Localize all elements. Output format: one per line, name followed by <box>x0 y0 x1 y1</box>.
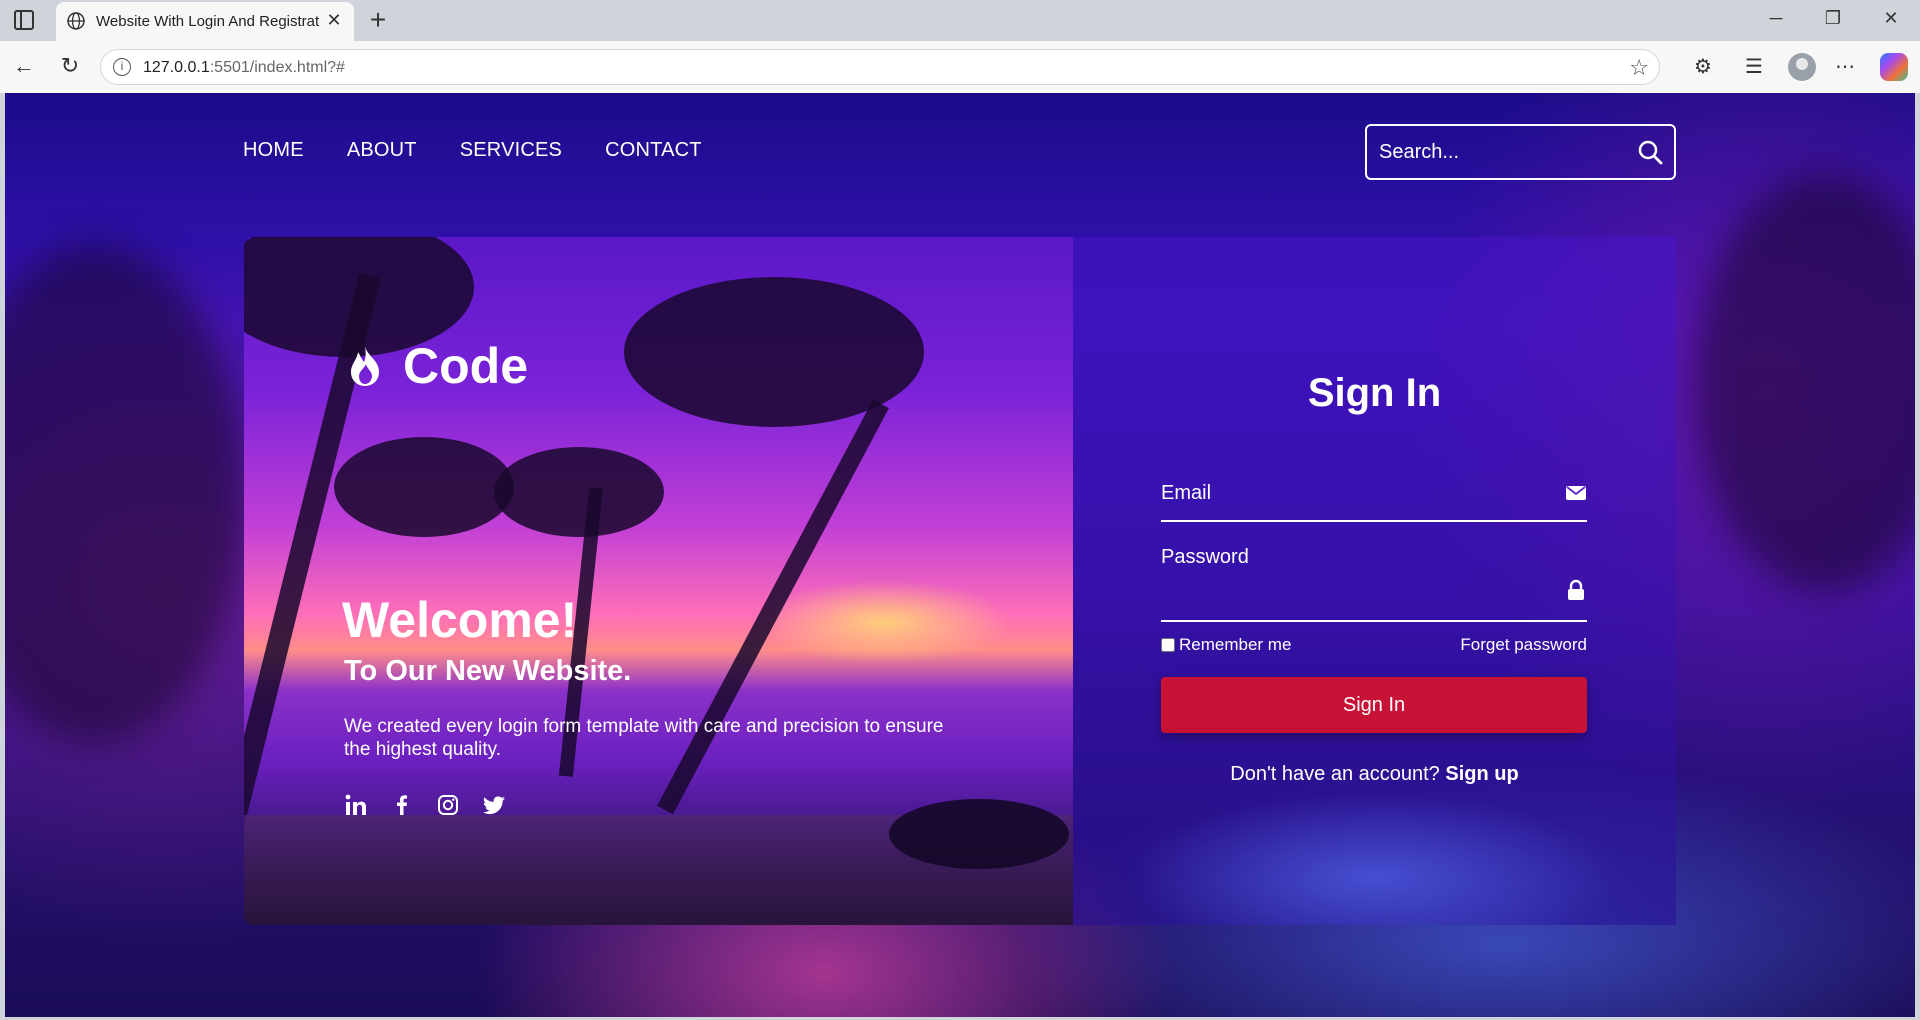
tab-close-icon[interactable]: ✕ <box>324 10 344 31</box>
nav-home[interactable]: HOME <box>243 139 304 162</box>
palm-fronds <box>334 437 514 537</box>
browser-tab[interactable]: Website With Login And Registrat ✕ <box>56 2 354 41</box>
forget-password-link[interactable]: Forget password <box>1460 635 1587 655</box>
welcome-description: We created every login form template wit… <box>344 716 944 760</box>
lock-icon <box>1568 579 1584 600</box>
flame-icon <box>351 346 379 386</box>
search-input[interactable] <box>1379 138 1619 166</box>
social-links <box>344 793 506 817</box>
url-text: 127.0.0.1:5501/index.html?# <box>143 59 345 76</box>
welcome-subtitle: To Our New Website. <box>344 655 632 687</box>
rock <box>889 799 1069 869</box>
login-card: Code Welcome! To Our New Website. We cre… <box>244 237 1676 925</box>
twitter-icon[interactable] <box>482 793 506 817</box>
remember-checkbox[interactable] <box>1161 638 1175 652</box>
linkedin-icon[interactable] <box>344 793 368 817</box>
palm-fronds <box>624 277 924 427</box>
browser-tab-bar: Website With Login And Registrat ✕ + ─ ❐… <box>0 0 1920 41</box>
minimize-icon[interactable]: ─ <box>1764 8 1788 29</box>
signup-prompt: Don't have an account? Sign up <box>1073 763 1676 786</box>
search-box <box>1365 124 1676 180</box>
envelope-icon <box>1566 486 1586 500</box>
address-bar-row: ← ↻ i 127.0.0.1:5501/index.html?# ☆ ⚙ ☰ … <box>0 41 1920 93</box>
signin-button[interactable]: Sign In <box>1161 677 1587 733</box>
page-viewport: HOME ABOUT SERVICES CONTACT Code Welcome… <box>5 93 1915 1017</box>
signup-link[interactable]: Sign up <box>1445 763 1518 785</box>
remember-me[interactable]: Remember me <box>1161 635 1291 655</box>
url-field[interactable]: i 127.0.0.1:5501/index.html?# ☆ <box>100 49 1660 85</box>
globe-icon <box>67 12 85 30</box>
instagram-icon[interactable] <box>436 793 460 817</box>
nav-about[interactable]: ABOUT <box>347 139 417 162</box>
search-icon[interactable] <box>1636 138 1664 166</box>
restore-icon[interactable]: ❐ <box>1821 8 1845 29</box>
main-nav: HOME ABOUT SERVICES CONTACT <box>243 139 702 162</box>
tab-title: Website With Login And Registrat <box>96 13 320 30</box>
reload-icon[interactable]: ↻ <box>56 53 84 79</box>
signin-title: Sign In <box>1307 371 1442 415</box>
hero-panel: Code Welcome! To Our New Website. We cre… <box>244 237 1073 925</box>
more-menu-icon[interactable]: ⋯ <box>1832 54 1858 79</box>
background-blur-shape <box>1695 173 1915 593</box>
profile-avatar[interactable] <box>1788 53 1816 81</box>
nav-contact[interactable]: CONTACT <box>605 139 702 162</box>
sidebar-toggle-icon[interactable] <box>14 10 34 30</box>
remember-label: Remember me <box>1179 635 1292 654</box>
new-tab-icon[interactable]: + <box>364 4 392 36</box>
site-info-icon[interactable]: i <box>113 58 131 76</box>
facebook-icon[interactable] <box>390 793 414 817</box>
window-close-icon[interactable]: ✕ <box>1879 8 1903 29</box>
logo[interactable]: Code <box>345 337 528 395</box>
no-account-text: Don't have an account? <box>1230 763 1440 785</box>
password-field[interactable]: Password <box>1161 537 1587 622</box>
signin-panel: Sign In Email Password Remember me Forge… <box>1073 237 1676 925</box>
nav-services[interactable]: SERVICES <box>460 139 562 162</box>
background-blur-shape <box>5 243 245 743</box>
favorites-icon[interactable]: ☰ <box>1741 54 1767 79</box>
palm-fronds <box>494 447 664 537</box>
email-field[interactable]: Email <box>1161 459 1587 522</box>
favorite-star-icon[interactable]: ☆ <box>1629 55 1649 81</box>
copilot-icon[interactable] <box>1880 53 1908 81</box>
back-icon[interactable]: ← <box>10 53 38 79</box>
extensions-icon[interactable]: ⚙ <box>1690 54 1716 79</box>
email-label: Email <box>1161 482 1212 504</box>
logo-text: Code <box>403 338 528 394</box>
password-label: Password <box>1161 546 1249 568</box>
welcome-heading: Welcome! <box>342 592 578 648</box>
